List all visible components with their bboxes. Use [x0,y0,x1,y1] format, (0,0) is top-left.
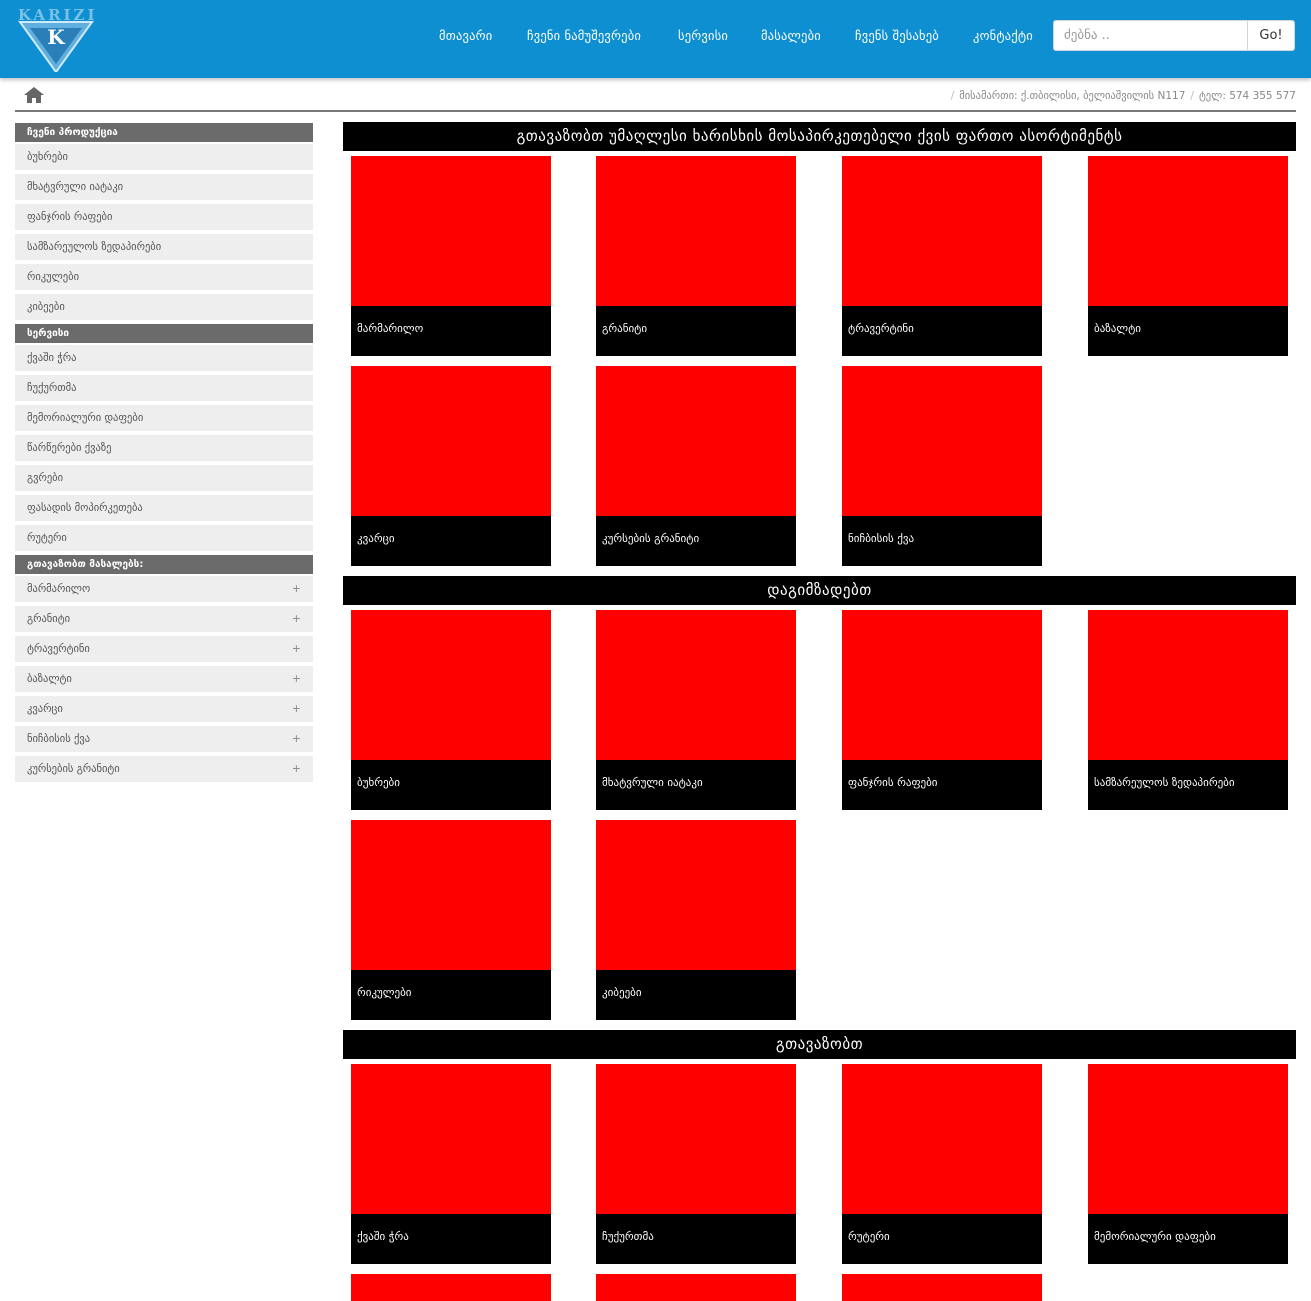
product-tile[interactable]: კვარცი [351,366,551,566]
sidebar-item-granite[interactable]: გრანიტი + [15,606,313,632]
sidebar-item-quartz[interactable]: კვარცი + [15,696,313,722]
tile-label: ფანჯრის რაფები [842,760,1042,810]
product-tile[interactable]: გრანიტი [596,156,796,356]
sidebar-item-memorial-plates[interactable]: მემორიალური დაფები [15,405,313,431]
expand-plus-icon[interactable]: + [292,756,301,782]
tile-label: მხატვრული იატაკი [596,760,796,810]
tile-label: ნიჩბისის ქვა [842,516,1042,566]
section-title: დაგიმზადებთ [343,576,1296,605]
search-button[interactable]: Go! [1247,20,1295,51]
sidebar-item-label: მარმარილო [27,583,91,595]
nav-item-service[interactable]: სერვისი [678,28,728,43]
sidebar-item-tombs[interactable]: გვრები [15,465,313,491]
breadcrumb-separator: / [1190,90,1194,102]
service-tile[interactable] [351,1274,551,1301]
expand-plus-icon[interactable]: + [292,696,301,722]
tile-label: მარმარილო [351,306,551,356]
sidebar-item-router[interactable]: რუტერი [15,525,313,551]
sidebar-item-label: გრანიტი [27,613,71,625]
sidebar-item-carving[interactable]: ჩუქურთმა [15,375,313,401]
sidebar-header-service: სერვისი [15,324,313,343]
sidebar-item-label: ნიჩბისის ქვა [27,733,91,745]
section-title: გთავაზობთ [343,1030,1296,1059]
sidebar-item-kitchen-tops[interactable]: სამზარეულოს ზედაპირები [15,234,313,260]
site-logo[interactable]: KARIZI K [18,6,95,72]
sidebar-header-materials: გთავაზობთ მასალებს: [15,555,313,574]
service-tile[interactable] [842,1274,1042,1301]
product-tile[interactable]: ფანჯრის რაფები [842,610,1042,810]
sidebar-item-label: კურსების გრანიტი [27,763,120,775]
tile-label: რიკულები [351,970,551,1020]
expand-plus-icon[interactable]: + [292,636,301,662]
nav-item-contact[interactable]: კონტაქტი [973,28,1033,43]
product-tile[interactable]: რიკულები [351,820,551,1020]
contact-info: / მისამართი: ქ.თბილისი, ბელიაშვილის N117 /… [946,90,1296,102]
sidebar-item-art-floor[interactable]: მხატვრული იატაკი [15,174,313,200]
breadcrumb: / მისამართი: ქ.თბილისი, ბელიაშვილის N117 /… [15,84,1296,112]
tile-label: რუტერი [842,1214,1042,1264]
home-icon[interactable] [24,87,44,103]
product-tile[interactable]: ტრავერტინი [842,156,1042,356]
tile-label: კურსების გრანიტი [596,516,796,566]
tile-label: ბაზალტი [1088,306,1288,356]
expand-plus-icon[interactable]: + [292,666,301,692]
sidebar-item-marble[interactable]: მარმარილო + [15,576,313,602]
service-tile[interactable]: რუტერი [842,1064,1042,1264]
tile-label: კვარცი [351,516,551,566]
expand-plus-icon[interactable]: + [292,606,301,632]
tile-label: ქვაში ჭრა [351,1214,551,1264]
sidebar: ჩვენი პროდუქცია ბუხრები მხატვრული იატაკი… [15,123,313,786]
sidebar-item-label: კვარცი [27,703,63,715]
nav-item-works[interactable]: ჩვენი ნამუშევრები [527,28,641,43]
product-tile[interactable]: ბუხრები [351,610,551,810]
product-tile[interactable]: სამზარეულოს ზედაპირები [1088,610,1288,810]
product-tile[interactable]: ნიჩბისის ქვა [842,366,1042,566]
tile-label: ჩუქურთმა [596,1214,796,1264]
service-tile[interactable]: ქვაში ჭრა [351,1064,551,1264]
tile-label: სამზარეულოს ზედაპირები [1088,760,1288,810]
sidebar-item-balusters[interactable]: რიკულები [15,264,313,290]
sidebar-item-label: ბაზალტი [27,673,72,685]
product-tile[interactable]: მარმარილო [351,156,551,356]
sidebar-item-facade[interactable]: ფასადის მოპირკეთება [15,495,313,521]
sidebar-item-inscriptions[interactable]: წარწერები ქვაზე [15,435,313,461]
sidebar-item-basalt[interactable]: ბაზალტი + [15,666,313,692]
tile-label: ბუხრები [351,760,551,810]
nav-item-about[interactable]: ჩვენს შესახებ [855,28,939,43]
sidebar-item-stone-cutting[interactable]: ქვაში ჭრა [15,345,313,371]
sidebar-item-label: ტრავერტინი [27,643,90,655]
expand-plus-icon[interactable]: + [292,726,301,752]
service-tile[interactable] [596,1274,796,1301]
tile-label: კიბეები [596,970,796,1020]
service-tile[interactable]: ჩუქურთმა [596,1064,796,1264]
sidebar-item-stairs[interactable]: კიბეები [15,294,313,320]
service-tile[interactable]: მემორიალური დაფები [1088,1064,1288,1264]
search-input[interactable] [1053,20,1247,51]
sidebar-item-window-sills[interactable]: ფანჯრის რაფები [15,204,313,230]
product-tile[interactable]: ბაზალტი [1088,156,1288,356]
product-tile[interactable]: კურსების გრანიტი [596,366,796,566]
site-header: KARIZI K მთავარი ჩვენი ნამუშევრები სერვი… [0,0,1311,78]
search-box: Go! [1053,20,1295,51]
section-title: გთავაზობთ უმაღლესი ხარისხის მოსაპირკეთებ… [343,122,1296,151]
sidebar-item-nichbisi-stone[interactable]: ნიჩბისის ქვა + [15,726,313,752]
logo-letter: K [47,25,65,49]
expand-plus-icon[interactable]: + [292,576,301,602]
sidebar-item-fireplaces[interactable]: ბუხრები [15,144,313,170]
breadcrumb-separator: / [950,90,955,102]
phone-text: ტელ: 574 355 577 [1198,90,1296,102]
product-tile[interactable]: კიბეები [596,820,796,1020]
sidebar-header-products: ჩვენი პროდუქცია [15,123,313,142]
nav-item-materials[interactable]: მასალები [761,28,821,43]
address-text: მისამართი: ქ.თბილისი, ბელიაშვილის N117 [959,90,1186,102]
product-tile[interactable]: მხატვრული იატაკი [596,610,796,810]
sidebar-item-travertine[interactable]: ტრავერტინი + [15,636,313,662]
tile-label: გრანიტი [596,306,796,356]
tile-label: ტრავერტინი [842,306,1042,356]
nav-item-home[interactable]: მთავარი [439,28,492,43]
tile-label: მემორიალური დაფები [1088,1214,1288,1264]
sidebar-item-kursebi-granite[interactable]: კურსების გრანიტი + [15,756,313,782]
